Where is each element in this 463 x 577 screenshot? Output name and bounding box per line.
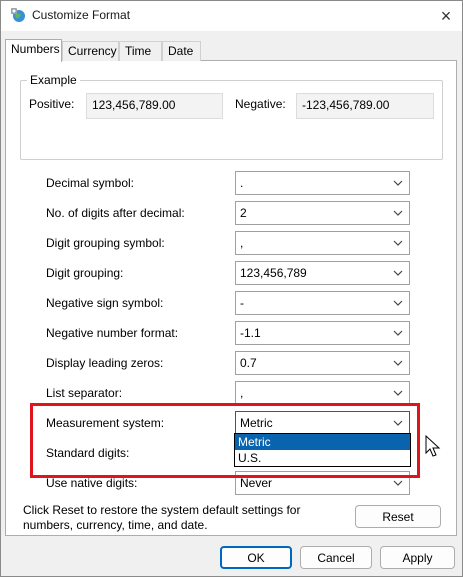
leading-zeros-label: Display leading zeros: (46, 356, 164, 370)
cancel-button[interactable]: Cancel (300, 546, 372, 569)
chevron-down-icon (393, 300, 403, 306)
standard-digits-label: Standard digits: (46, 446, 130, 460)
negative-number-format-combo[interactable]: -1.1 (235, 321, 410, 345)
chevron-down-icon (393, 360, 403, 366)
list-separator-combo[interactable]: , (235, 381, 410, 405)
list-separator-label: List separator: (46, 386, 123, 400)
chevron-down-icon (393, 270, 403, 276)
combo-value: -1.1 (240, 326, 261, 340)
combo-value: Metric (240, 416, 273, 430)
region-format-icon (10, 7, 26, 23)
native-digits-label: Use native digits: (46, 476, 138, 490)
tab-date[interactable]: Date (162, 41, 201, 61)
window-title: Customize Format (32, 8, 131, 22)
native-digits-combo[interactable]: Never (235, 471, 410, 495)
combo-value: , (240, 386, 244, 400)
apply-button[interactable]: Apply (380, 546, 455, 569)
chevron-down-icon (393, 180, 403, 186)
positive-example-value: 123,456,789.00 (92, 98, 176, 112)
dropdown-option-us[interactable]: U.S. (235, 450, 410, 466)
chevron-down-icon (393, 330, 403, 336)
cancel-button-label: Cancel (317, 550, 355, 565)
tab-label: Time (125, 44, 152, 58)
chevron-down-icon (393, 240, 403, 246)
example-group (20, 80, 443, 160)
chevron-down-icon (393, 480, 403, 486)
chevron-down-icon (393, 390, 403, 396)
digits-after-decimal-label: No. of digits after decimal: (46, 206, 185, 220)
close-icon: × (440, 5, 452, 26)
decimal-symbol-combo[interactable]: . (235, 171, 410, 195)
example-legend: Example (27, 73, 80, 87)
combo-value: 123,456,789 (240, 266, 307, 280)
tab-label: Numbers (11, 42, 60, 56)
leading-zeros-combo[interactable]: 0.7 (235, 351, 410, 375)
combo-value: Never (240, 476, 273, 490)
digit-grouping-symbol-combo[interactable]: , (235, 231, 410, 255)
chevron-down-icon (393, 210, 403, 216)
positive-example-field: 123,456,789.00 (86, 93, 223, 119)
combo-value: 2 (240, 206, 247, 220)
negative-number-format-label: Negative number format: (46, 326, 179, 340)
tab-numbers[interactable]: Numbers (5, 39, 62, 62)
digit-grouping-combo[interactable]: 123,456,789 (235, 261, 410, 285)
tab-currency[interactable]: Currency (62, 41, 119, 61)
apply-button-label: Apply (402, 550, 433, 565)
decimal-symbol-label: Decimal symbol: (46, 176, 135, 190)
combo-value: - (240, 296, 244, 310)
measurement-system-dropdown: Metric U.S. (234, 433, 411, 467)
tab-time[interactable]: Time (119, 41, 162, 61)
measurement-system-label: Measurement system: (46, 416, 165, 430)
combo-value: . (240, 176, 244, 190)
reset-button-label: Reset (382, 509, 414, 524)
negative-label: Negative: (235, 97, 286, 111)
measurement-system-combo[interactable]: Metric (235, 411, 410, 435)
negative-example-field: -123,456,789.00 (296, 93, 434, 119)
reset-note: Click Reset to restore the system defaul… (23, 503, 301, 532)
close-button[interactable]: × (431, 1, 461, 30)
tab-label: Date (168, 44, 194, 58)
mouse-pointer-icon (425, 434, 441, 459)
digits-after-decimal-combo[interactable]: 2 (235, 201, 410, 225)
ok-button-label: OK (247, 550, 265, 565)
negative-example-value: -123,456,789.00 (302, 98, 390, 112)
negative-sign-symbol-label: Negative sign symbol: (46, 296, 164, 310)
chevron-down-icon (393, 420, 403, 426)
dropdown-option-metric[interactable]: Metric (235, 434, 410, 450)
ok-button[interactable]: OK (220, 546, 292, 569)
negative-sign-symbol-combo[interactable]: - (235, 291, 410, 315)
positive-label: Positive: (29, 97, 75, 111)
reset-button[interactable]: Reset (355, 505, 441, 528)
combo-value: 0.7 (240, 356, 257, 370)
digit-grouping-symbol-label: Digit grouping symbol: (46, 236, 165, 250)
digit-grouping-label: Digit grouping: (46, 266, 124, 280)
tab-label: Currency (68, 44, 117, 58)
combo-value: , (240, 236, 244, 250)
